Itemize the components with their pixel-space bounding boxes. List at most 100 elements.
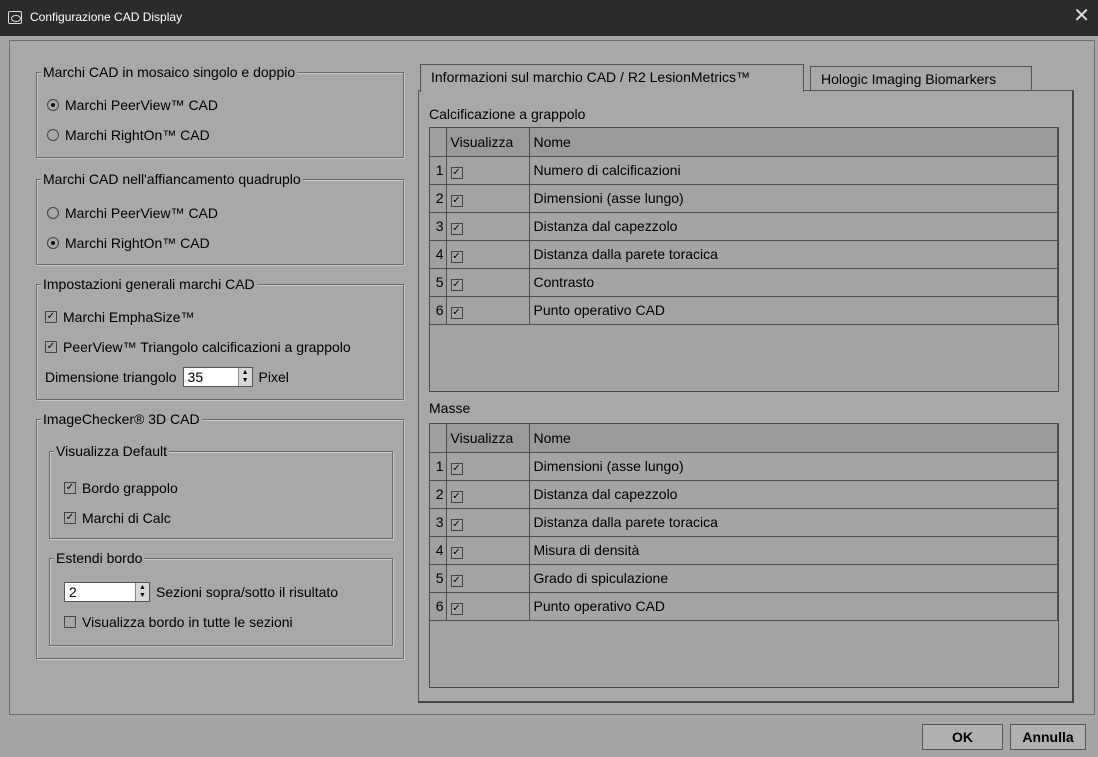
radio-sd-peerview-indicator[interactable] — [47, 99, 59, 111]
check-triangle[interactable]: ✓ PeerView™ Triangolo calcificazioni a g… — [45, 339, 351, 355]
row-show-checkbox[interactable]: ✓ — [450, 462, 463, 475]
radio-sd-righton[interactable]: Marchi RightOn™ CAD — [47, 127, 210, 143]
table-row[interactable]: 6 ✓ Punto operativo CAD — [430, 296, 1058, 325]
triangle-size-label: Dimensione triangolo — [45, 369, 177, 385]
row-show-checkbox[interactable]: ✓ — [450, 306, 463, 319]
row-name-cell: Distanza dal capezzolo — [529, 212, 1058, 241]
row-name-cell: Dimensioni (asse lungo) — [529, 184, 1058, 213]
row-show-cell[interactable]: ✓ — [446, 184, 530, 213]
row-name-cell: Distanza dalla parete toracica — [529, 240, 1058, 269]
extend-sections-value[interactable]: 2 — [65, 583, 135, 601]
row-show-checkbox[interactable]: ✓ — [450, 222, 463, 235]
spin-arrows-icon[interactable]: ▲ ▼ — [135, 583, 149, 601]
masses-table: Visualizza Nome 1 ✓ Dimensioni (asse lungo… — [429, 423, 1059, 688]
row-number: 3 — [430, 508, 447, 537]
table-row[interactable]: 3 ✓ Distanza dal capezzolo — [430, 212, 1058, 241]
check-all-sections-label: Visualizza bordo in tutte le sezioni — [82, 614, 293, 630]
row-show-cell[interactable]: ✓ — [446, 564, 530, 593]
group-general: Impostazioni generali marchi CAD ✓ March… — [36, 276, 404, 400]
check-calc-marks[interactable]: ✓ Marchi di Calc — [64, 510, 171, 526]
table-row[interactable]: 3 ✓ Distanza dalla parete toracica — [430, 508, 1058, 537]
check-triangle-label: PeerView™ Triangolo calcificazioni a gra… — [63, 339, 351, 355]
spin-arrows-icon[interactable]: ▲ ▼ — [237, 368, 252, 386]
tab-biomarkers[interactable]: Hologic Imaging Biomarkers — [810, 66, 1032, 91]
table-row[interactable]: 5 ✓ Grado di spiculazione — [430, 564, 1058, 593]
row-name-cell: Dimensioni (asse lungo) — [529, 452, 1058, 481]
row-show-checkbox[interactable]: ✓ — [450, 574, 463, 587]
column-show-header[interactable]: Visualizza — [446, 128, 530, 157]
radio-quad-peerview[interactable]: Marchi PeerView™ CAD — [47, 205, 218, 221]
tab-cad-info[interactable]: Informazioni sul marchio CAD / R2 Lesion… — [420, 64, 804, 92]
check-emphasize[interactable]: ✓ Marchi EmphaSize™ — [45, 309, 195, 325]
table-row[interactable]: 2 ✓ Dimensioni (asse lungo) — [430, 184, 1058, 213]
table-row[interactable]: 1 ✓ Dimensioni (asse lungo) — [430, 452, 1058, 481]
row-number: 1 — [430, 452, 447, 481]
row-show-cell[interactable]: ✓ — [446, 508, 530, 537]
check-all-sections-box[interactable] — [64, 616, 76, 628]
table-row[interactable]: 1 ✓ Numero di calcificazioni — [430, 156, 1058, 185]
close-icon[interactable]: ✕ — [1073, 6, 1090, 26]
group-extend-border: Estendi bordo 2 ▲ ▼ Sezioni sopra/sotto i… — [49, 550, 393, 646]
triangle-size-stepper[interactable]: 35 ▲ ▼ — [182, 367, 253, 387]
row-show-checkbox[interactable]: ✓ — [450, 250, 463, 263]
column-name-header[interactable]: Nome — [529, 128, 1058, 157]
table-row[interactable]: 6 ✓ Punto operativo CAD — [430, 592, 1058, 621]
row-number: 4 — [430, 240, 447, 269]
group-imagechecker-legend: ImageChecker® 3D CAD — [41, 411, 202, 427]
radio-sd-peerview[interactable]: Marchi PeerView™ CAD — [47, 97, 218, 113]
group-default-view-legend: Visualizza Default — [54, 443, 170, 459]
row-show-cell[interactable]: ✓ — [446, 156, 530, 185]
row-show-cell[interactable]: ✓ — [446, 240, 530, 269]
row-show-cell[interactable]: ✓ — [446, 268, 530, 297]
check-cluster-border[interactable]: ✓ Bordo grappolo — [64, 480, 178, 496]
triangle-size-unit: Pixel — [258, 369, 289, 385]
row-show-checkbox[interactable]: ✓ — [450, 490, 463, 503]
clusters-label: Calcificazione a grappolo — [429, 106, 586, 122]
table-row[interactable]: 4 ✓ Misura di densità — [430, 536, 1058, 565]
window-title: Configurazione CAD Display — [30, 10, 183, 24]
row-show-cell[interactable]: ✓ — [446, 452, 530, 481]
radio-quad-righton-indicator[interactable] — [47, 237, 59, 249]
triangle-size-row: Dimensione triangolo 35 ▲ ▼ Pixel — [45, 367, 289, 387]
row-show-checkbox[interactable]: ✓ — [450, 602, 463, 615]
check-calc-marks-box[interactable]: ✓ — [64, 512, 76, 524]
check-all-sections[interactable]: Visualizza bordo in tutte le sezioni — [64, 614, 293, 630]
check-triangle-box[interactable]: ✓ — [45, 341, 57, 353]
row-show-checkbox[interactable]: ✓ — [450, 194, 463, 207]
row-show-cell[interactable]: ✓ — [446, 296, 530, 325]
triangle-size-value[interactable]: 35 — [184, 368, 238, 386]
row-number: 6 — [430, 592, 447, 621]
check-cluster-border-box[interactable]: ✓ — [64, 482, 76, 494]
extend-sections-stepper[interactable]: 2 ▲ ▼ — [64, 582, 150, 602]
table-row[interactable]: 2 ✓ Distanza dal capezzolo — [430, 480, 1058, 509]
group-default-view: Visualizza Default ✓ Bordo grappolo ✓ Ma… — [49, 443, 393, 539]
row-show-checkbox[interactable]: ✓ — [450, 518, 463, 531]
row-name-cell: Contrasto — [529, 268, 1058, 297]
row-number: 2 — [430, 184, 447, 213]
table-row[interactable]: 5 ✓ Contrasto — [430, 268, 1058, 297]
radio-sd-peerview-label: Marchi PeerView™ CAD — [65, 97, 219, 113]
row-show-cell[interactable]: ✓ — [446, 592, 530, 621]
table-row[interactable]: 4 ✓ Distanza dalla parete toracica — [430, 240, 1058, 269]
ok-button[interactable]: OK — [922, 724, 1003, 750]
group-single-double: Marchi CAD in mosaico singolo e doppio M… — [36, 64, 404, 158]
row-show-checkbox[interactable]: ✓ — [450, 278, 463, 291]
radio-quad-peerview-indicator[interactable] — [47, 207, 59, 219]
row-show-cell[interactable]: ✓ — [446, 480, 530, 509]
row-show-checkbox[interactable]: ✓ — [450, 166, 463, 179]
column-show-header[interactable]: Visualizza — [446, 424, 530, 453]
column-name-header[interactable]: Nome — [529, 424, 1058, 453]
cancel-button[interactable]: Annulla — [1010, 724, 1086, 750]
check-calc-marks-label: Marchi di Calc — [82, 510, 171, 526]
row-show-checkbox[interactable]: ✓ — [450, 546, 463, 559]
row-show-cell[interactable]: ✓ — [446, 536, 530, 565]
radio-quad-righton[interactable]: Marchi RightOn™ CAD — [47, 235, 210, 251]
row-number-header — [430, 424, 447, 453]
row-show-cell[interactable]: ✓ — [446, 212, 530, 241]
row-number: 5 — [430, 268, 447, 297]
check-cluster-border-label: Bordo grappolo — [82, 480, 178, 496]
radio-sd-righton-indicator[interactable] — [47, 129, 59, 141]
group-quad-legend: Marchi CAD nell'affiancamento quadruplo — [41, 171, 303, 187]
row-name-cell: Distanza dal capezzolo — [529, 480, 1058, 509]
check-emphasize-box[interactable]: ✓ — [45, 311, 57, 323]
